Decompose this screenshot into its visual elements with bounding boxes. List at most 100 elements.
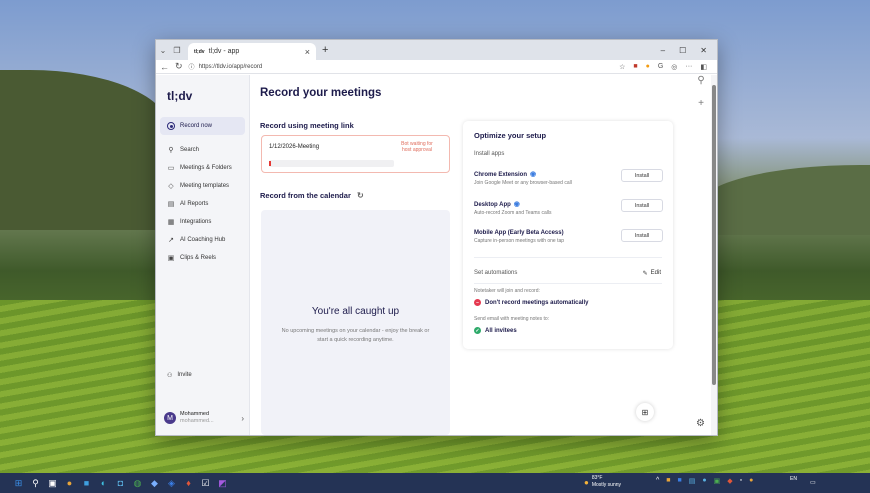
site-info-icon[interactable]: ⓘ <box>189 62 195 71</box>
weather-temp: 83°F <box>591 475 603 481</box>
recording-indicator <box>269 161 271 166</box>
chevron-right-icon: › <box>241 413 244 423</box>
more-icon[interactable]: ··· <box>685 63 692 71</box>
tray-icon[interactable]: ◆ <box>727 477 732 485</box>
tab-bar: ⌄ ❐ tl;dv tl;dv - app × + – ☐ ✕ <box>156 40 717 60</box>
user-menu[interactable]: M Mohammed mohammed... › <box>164 406 244 430</box>
weather-widget[interactable]: ● 83°F Mostly sunny <box>584 475 621 489</box>
invite-label: Invite <box>177 372 192 378</box>
grid-icon: ▦ <box>167 219 175 226</box>
sidebar-item-integrations[interactable]: ▦ Integrations <box>156 213 249 231</box>
language-indicator[interactable]: EN <box>790 476 797 482</box>
browser-app-icon[interactable]: ● <box>61 478 78 488</box>
address-bar: ← ↻ ⓘ https://tldv.io/app/record ☆ ■ ● G… <box>156 60 717 74</box>
scrollbar[interactable] <box>711 75 717 435</box>
zoom-teams-icon: ◉ <box>513 201 520 208</box>
edge-icon[interactable]: ◐ <box>95 478 112 488</box>
app-icon[interactable]: ◆ <box>146 478 163 489</box>
install-mobile-button[interactable]: Install <box>621 229 663 242</box>
search-icon: ⚲ <box>168 147 174 154</box>
app-name: Chrome Extension <box>474 172 528 178</box>
settings-icon[interactable]: ⚙ <box>696 418 705 429</box>
chevron-up-icon[interactable]: ^ <box>656 477 659 485</box>
refresh-icon[interactable]: ↻ <box>175 61 183 72</box>
favorite-star-icon[interactable]: ☆ <box>619 63 625 71</box>
app-icon[interactable]: ◩ <box>214 478 231 489</box>
new-tab-button[interactable]: + <box>322 44 328 56</box>
sidebar-toggle-icon[interactable]: ◧ <box>700 63 707 71</box>
sidebar-item-search[interactable]: ⚲ Search <box>156 141 249 159</box>
search-icon[interactable]: ⚲ <box>27 478 44 489</box>
refresh-calendar-icon[interactable]: ↻ <box>357 191 364 200</box>
app-icon[interactable]: ◍ <box>129 478 146 489</box>
extension-icon[interactable]: G <box>658 63 663 71</box>
start-icon[interactable]: ⊞ <box>10 478 27 489</box>
scrollbar-thumb[interactable] <box>712 85 716 385</box>
invite-icon: ⚇ <box>167 373 173 379</box>
notifications-icon[interactable]: ▭ <box>810 479 816 486</box>
search-icon[interactable]: ⚲ <box>692 75 710 86</box>
files-app-icon[interactable]: ■ <box>78 478 95 488</box>
app-icon[interactable]: ☑ <box>197 478 214 489</box>
sidebar-item-label: Search <box>180 147 200 153</box>
clip-icon: ▣ <box>167 255 175 262</box>
bot-status: Bot waiting for host approval <box>401 141 433 153</box>
sidebar-item-meetings[interactable]: ▭ Meetings & Folders <box>156 159 249 177</box>
tag-icon: ◇ <box>168 183 174 190</box>
minimize-icon[interactable]: – <box>661 46 665 55</box>
install-desktop-button[interactable]: Install <box>621 199 663 212</box>
sidebar-item-label: Clips & Reels <box>180 255 217 261</box>
app-icon[interactable]: ◈ <box>163 478 180 489</box>
meeting-card[interactable]: 1/12/2026-Meeting Bot waiting for host a… <box>261 135 450 173</box>
sidebar-item-record-now[interactable]: Record now <box>160 117 245 135</box>
app-icon[interactable]: ◘ <box>112 478 129 488</box>
sidebar-item-templates[interactable]: ◇ Meeting templates <box>156 177 249 195</box>
tray-icon[interactable]: ■ <box>666 477 670 485</box>
gift-button[interactable]: ⊞ <box>636 403 654 421</box>
calendar-heading: Record from the calendar ↻ <box>260 191 364 200</box>
check-circle-icon: ✓ <box>474 327 481 334</box>
report-icon: ▤ <box>167 201 175 208</box>
edit-automations-button[interactable]: ✎ Edit <box>643 270 661 277</box>
weather-desc: Mostly sunny <box>591 482 622 488</box>
record-status-text: Don't record meetings automatically <box>485 299 589 306</box>
setup-title: Optimize your setup <box>474 131 547 140</box>
install-chrome-button[interactable]: Install <box>621 169 663 182</box>
calendar-empty-title: You're all caught up <box>311 306 400 317</box>
system-tray: ^ ■ ■ ▤ ● ▣ ◆ ▫ ● <box>656 477 753 485</box>
notetaker-label: Notetaker will join and record: <box>474 288 540 294</box>
back-icon[interactable]: ← <box>160 62 169 72</box>
calendar-heading-text: Record from the calendar <box>260 191 351 200</box>
gift-icon: ⊞ <box>641 407 649 417</box>
maximize-icon[interactable]: ☐ <box>679 46 686 55</box>
sidebar-item-clips[interactable]: ▣ Clips & Reels <box>156 249 249 267</box>
browser-window: ⌄ ❐ tl;dv tl;dv - app × + – ☐ ✕ ← ↻ ⓘ ht… <box>155 39 718 436</box>
logo[interactable]: tl;dv <box>156 75 249 117</box>
page-title: Record your meetings <box>260 87 382 99</box>
add-icon[interactable]: + <box>692 98 710 109</box>
workspaces-icon[interactable]: ❐ <box>170 46 184 55</box>
close-window-icon[interactable]: ✕ <box>700 46 707 55</box>
profile-icon[interactable]: ◎ <box>671 63 677 71</box>
tab-actions-icon[interactable]: ⌄ <box>156 46 170 55</box>
sun-icon: ● <box>584 477 589 487</box>
edit-label: Edit <box>650 270 661 276</box>
sidebar-item-coaching[interactable]: ↗ AI Coaching Hub <box>156 231 249 249</box>
user-name: Mohammed <box>180 411 210 417</box>
app-icon[interactable]: ♦ <box>180 478 197 488</box>
invite-button[interactable]: ⚇ Invite <box>167 372 192 379</box>
tray-icon[interactable]: ● <box>702 477 706 485</box>
close-tab-icon[interactable]: × <box>305 47 310 57</box>
task-view-icon[interactable]: ▣ <box>44 478 61 489</box>
tray-icon[interactable]: ● <box>749 477 753 485</box>
background-hill-right <box>700 165 870 235</box>
tray-icon[interactable]: ▣ <box>714 477 721 485</box>
url-field[interactable]: https://tldv.io/app/record <box>199 64 263 70</box>
tray-icon[interactable]: ▤ <box>689 477 696 485</box>
sidebar-item-ai-reports[interactable]: ▤ AI Reports <box>156 195 249 213</box>
tray-icon[interactable]: ■ <box>678 477 682 485</box>
tray-icon[interactable]: ▫ <box>740 477 742 485</box>
tab-tldv[interactable]: tl;dv tl;dv - app × <box>188 43 316 60</box>
extension-icon[interactable]: ■ <box>633 63 637 71</box>
extension-icon[interactable]: ● <box>646 63 650 71</box>
